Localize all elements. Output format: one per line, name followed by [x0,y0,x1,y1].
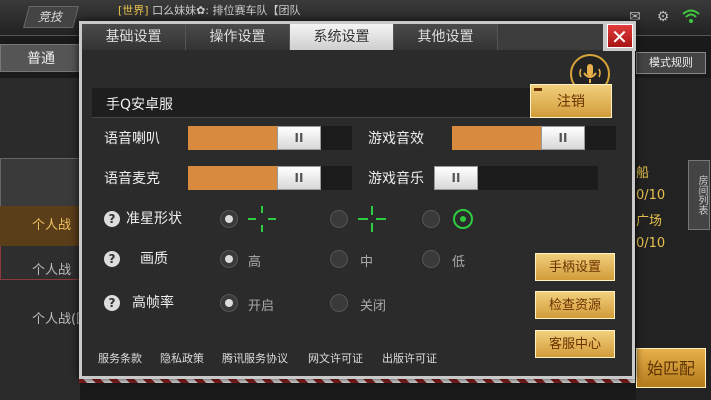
high-fps-on-label: 开启 [248,299,275,314]
high-fps-off-radio[interactable] [330,294,348,312]
slider-knob[interactable]: II [277,166,321,190]
top-icons: ✉ ⚙ [625,8,701,26]
logout-button[interactable]: 注销 [530,84,612,118]
voice-speaker-slider[interactable]: II [188,126,352,150]
game-sfx-label: 游戏音效 [368,131,424,147]
close-icon: ✕ [606,24,633,49]
voice-mic-label: 语音麦克 [104,171,160,187]
team-mode-card[interactable] [0,158,80,212]
mode-list: 个人战 个人战 个人战(团 [0,78,80,400]
account-box: 手Q安卓服 [92,88,532,118]
crosshair-help-icon[interactable]: ? [104,211,120,227]
slider-knob[interactable]: II [541,126,585,150]
tab-other-settings[interactable]: 其他设置 [394,24,498,50]
customer-service-button[interactable]: 客服中心 [535,330,615,358]
crosshair-gap-icon [248,206,276,232]
wifi-icon [681,8,701,26]
high-fps-label: 高帧率 [132,295,174,311]
crosshair-cross-icon [358,206,386,232]
mode-item[interactable]: 个人战 [0,251,80,291]
high-fps-off-label: 关闭 [360,299,387,314]
voice-speaker-label: 语音喇叭 [104,131,160,147]
terms-of-service-link[interactable]: 服务条款 [98,350,142,366]
game-sfx-slider[interactable]: II [452,126,616,150]
room-list-tab[interactable]: 房间列表 [688,160,710,230]
high-fps-on-radio[interactable] [220,294,238,312]
crosshair-label: 准星形状 [126,211,182,227]
chat-channel: [世界] [118,4,149,17]
slider-knob[interactable]: II [277,126,321,150]
voice-mic-slider[interactable]: II [188,166,352,190]
quality-label: 画质 [140,251,168,267]
network-culture-license-link[interactable]: 网文许可证 [308,350,363,366]
quality-low-radio[interactable] [422,250,440,268]
world-chat-ticker[interactable]: [世界] 口么妹妹✿: 排位赛车队【团队 [118,2,301,18]
room-count: 0/10 [636,188,666,203]
mode-rules-button[interactable]: 模式规则 [636,52,706,74]
normal-tab[interactable]: 普通 [0,44,82,72]
privacy-policy-link[interactable]: 隐私政策 [160,350,204,366]
account-server-label: 手Q安卓服 [106,97,174,113]
tencent-agreement-link[interactable]: 腾讯服务协议 [222,350,288,366]
button-corner-mark [534,88,542,91]
quality-high-label: 高 [248,255,262,270]
check-resources-button[interactable]: 检查资源 [535,291,615,319]
crosshair-option-1-radio[interactable] [220,210,238,228]
compete-tab[interactable]: 竞技 [23,6,79,28]
crosshair-option-3-radio[interactable] [422,210,440,228]
quality-help-icon[interactable]: ? [104,251,120,267]
settings-dialog: 基础设置 操作设置 系统设置 其他设置 ✕ 手Q安卓服 注销 语音喇叭 II 游… [79,21,636,379]
room-name: 广场 [636,214,663,229]
quality-medium-label: 中 [360,255,374,270]
high-fps-help-icon[interactable]: ? [104,295,120,311]
quality-medium-radio[interactable] [330,250,348,268]
gear-icon[interactable]: ⚙ [653,8,673,26]
room-name: 船 [636,166,650,181]
slider-knob[interactable]: II [434,166,478,190]
crosshair-circle-icon [453,209,473,229]
quality-low-label: 低 [452,255,466,270]
crosshair-option-2-radio[interactable] [330,210,348,228]
tab-control-settings[interactable]: 操作设置 [186,24,290,50]
mode-item[interactable]: 个人战 [0,206,80,246]
mode-item[interactable]: 个人战(团 [0,300,80,340]
game-music-label: 游戏音乐 [368,171,424,187]
tab-system-settings[interactable]: 系统设置 [290,24,394,50]
game-music-slider[interactable]: II [434,166,598,190]
close-button[interactable]: ✕ [603,21,636,51]
settings-tabbar: 基础设置 操作设置 系统设置 其他设置 [82,24,632,50]
start-match-button[interactable]: 始匹配 [636,348,706,388]
tab-basic-settings[interactable]: 基础设置 [82,24,186,50]
chat-message: 口么妹妹✿: 排位赛车队【团队 [152,4,301,17]
logout-label: 注销 [557,94,585,110]
quality-high-radio[interactable] [220,250,238,268]
gamepad-settings-button[interactable]: 手柄设置 [535,253,615,281]
publishing-license-link[interactable]: 出版许可证 [382,350,437,366]
room-count: 0/10 [636,236,666,251]
